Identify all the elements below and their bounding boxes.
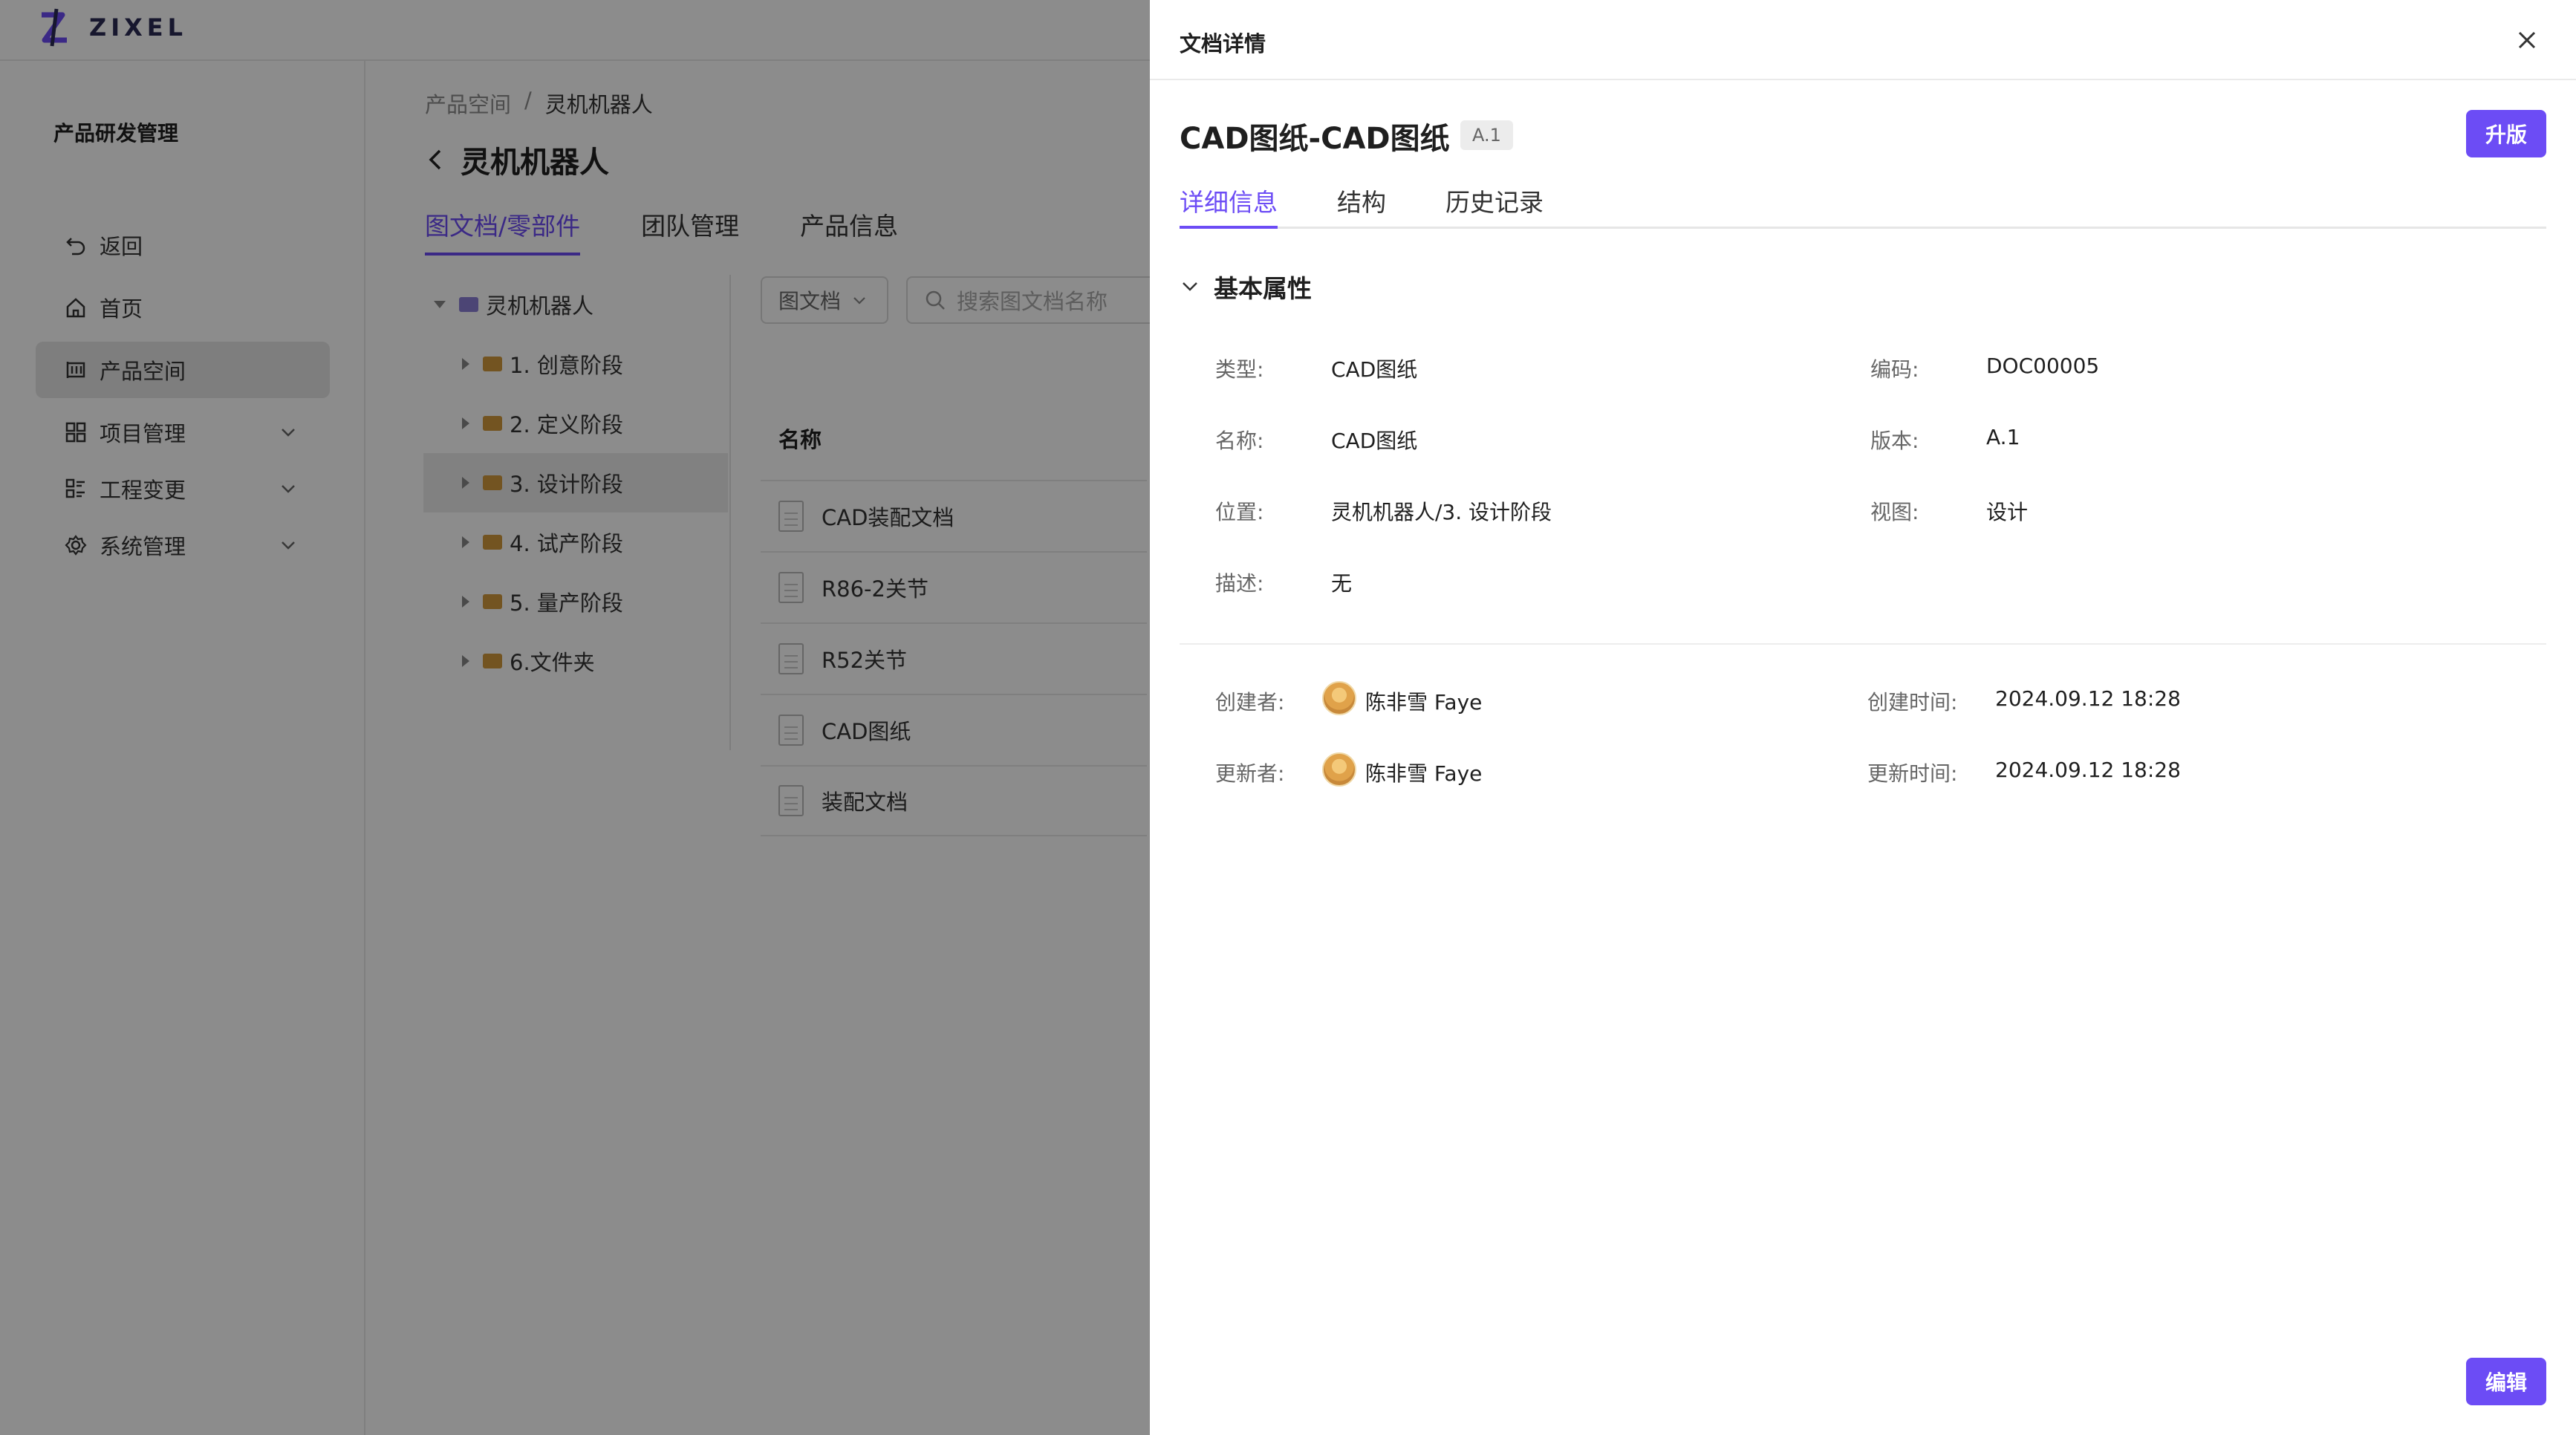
prop-value: DOC00005 bbox=[1986, 354, 2100, 378]
upgrade-version-button[interactable]: 升版 bbox=[2466, 110, 2546, 157]
prop-value: 无 bbox=[1331, 571, 1353, 596]
edit-button[interactable]: 编辑 bbox=[2466, 1358, 2546, 1405]
chevron-down-icon bbox=[1183, 282, 1197, 291]
section-divider bbox=[1180, 643, 2546, 645]
meta-label: 更新者: bbox=[1215, 761, 1285, 786]
meta-value: 2024.09.12 18:28 bbox=[1995, 686, 2181, 711]
prop-label: 位置: bbox=[1215, 500, 1264, 524]
close-icon[interactable] bbox=[2514, 27, 2540, 53]
prop-label: 类型: bbox=[1215, 357, 1264, 382]
user-name: 陈非雪 Faye bbox=[1365, 690, 1483, 715]
prop-value: CAD图纸 bbox=[1331, 429, 1418, 453]
user-chip: 陈非雪 Faye bbox=[1322, 681, 1483, 716]
modal-overlay[interactable] bbox=[0, 0, 1150, 1435]
prop-value: 灵机机器人/3. 设计阶段 bbox=[1331, 500, 1552, 524]
user-chip: 陈非雪 Faye bbox=[1322, 752, 1483, 787]
avatar bbox=[1322, 681, 1356, 715]
prop-value: A.1 bbox=[1986, 425, 2020, 449]
prop-value: 设计 bbox=[1986, 500, 2029, 524]
drawer-tabs: 详细信息 结构 历史记录 bbox=[1180, 183, 2546, 229]
prop-label: 视图: bbox=[1870, 500, 1919, 524]
section-title: 基本属性 bbox=[1214, 274, 1312, 303]
drawer-header: 文档详情 bbox=[1150, 0, 2576, 80]
tab-history[interactable]: 历史记录 bbox=[1445, 183, 1544, 227]
drawer-title: 文档详情 bbox=[1180, 31, 1266, 56]
avatar bbox=[1322, 752, 1356, 787]
tab-details[interactable]: 详细信息 bbox=[1180, 183, 1278, 229]
meta-label: 创建时间: bbox=[1867, 690, 1958, 715]
document-title: CAD图纸-CAD图纸 bbox=[1180, 122, 1450, 156]
prop-label: 名称: bbox=[1215, 429, 1264, 453]
version-badge: A.1 bbox=[1460, 120, 1513, 150]
meta-label: 创建者: bbox=[1215, 690, 1285, 715]
basic-properties-section-toggle[interactable]: 基本属性 bbox=[1180, 269, 1312, 305]
user-name: 陈非雪 Faye bbox=[1365, 761, 1483, 786]
meta-label: 更新时间: bbox=[1867, 761, 1958, 786]
meta-value: 2024.09.12 18:28 bbox=[1995, 758, 2181, 782]
prop-label: 描述: bbox=[1215, 571, 1264, 596]
prop-value: CAD图纸 bbox=[1331, 357, 1418, 382]
tab-structure[interactable]: 结构 bbox=[1337, 183, 1386, 227]
document-detail-drawer: 文档详情 CAD图纸-CAD图纸 A.1 升版 详细信息 结构 历史记录 基本属… bbox=[1150, 0, 2576, 1435]
prop-label: 编码: bbox=[1870, 357, 1919, 382]
prop-label: 版本: bbox=[1870, 429, 1919, 453]
